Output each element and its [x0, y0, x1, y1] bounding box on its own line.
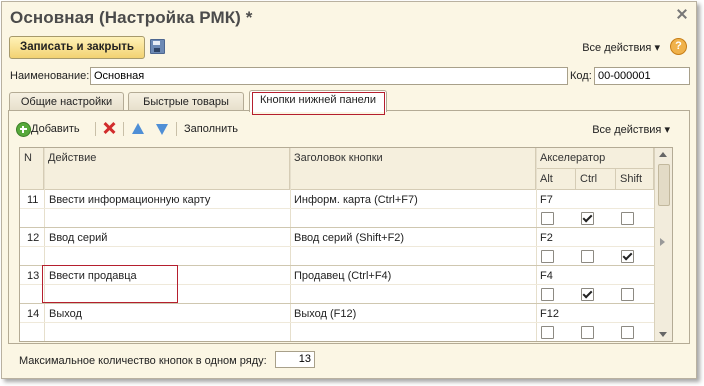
- row-number: 13: [27, 270, 40, 282]
- ctrl-checkbox[interactable]: [581, 212, 594, 225]
- alt-checkbox[interactable]: [541, 250, 554, 263]
- toolbar-divider: [95, 122, 96, 136]
- table-scrollbar[interactable]: [654, 148, 672, 341]
- shift-checkbox[interactable]: [621, 212, 634, 225]
- column-header-button-title[interactable]: Заголовок кнопки: [290, 148, 536, 190]
- max-buttons-field[interactable]: [275, 351, 315, 368]
- row-action: Ввод серий: [49, 232, 108, 244]
- row-action: Выход: [49, 308, 82, 320]
- column-header-action[interactable]: Действие: [44, 148, 290, 190]
- add-icon[interactable]: [16, 122, 31, 137]
- table-row-modifiers: [20, 209, 654, 228]
- scroll-down-icon[interactable]: [659, 332, 667, 337]
- row-number: 11: [27, 194, 39, 206]
- scroll-up-icon[interactable]: [659, 152, 667, 157]
- row-action: Ввести информационную карту: [49, 194, 211, 206]
- row-number: 12: [27, 232, 40, 244]
- ctrl-checkbox[interactable]: [581, 288, 594, 301]
- all-actions-menu[interactable]: Все действия ▾: [582, 41, 660, 54]
- table-row[interactable]: 12 Ввод серий Ввод серий (Shift+F2) F2: [20, 228, 654, 247]
- table-row[interactable]: 14 Выход Выход (F12) F12: [20, 304, 654, 323]
- table-row-modifiers: [20, 247, 654, 266]
- chevron-down-icon: ▾: [654, 42, 660, 54]
- table-row[interactable]: 13 Ввести продавца Продавец (Ctrl+F4) F4: [20, 266, 654, 285]
- save-and-close-button[interactable]: Записать и закрыть: [9, 36, 145, 59]
- window-title: Основная (Настройка РМК) *: [10, 8, 253, 27]
- ctrl-checkbox[interactable]: [581, 326, 594, 339]
- fill-button[interactable]: Заполнить: [184, 123, 238, 135]
- chevron-down-icon: ▾: [664, 124, 670, 136]
- column-header-accelerator[interactable]: Акселератор: [536, 148, 654, 169]
- move-up-icon[interactable]: [132, 123, 144, 134]
- table-row[interactable]: 11 Ввести информационную карту Информ. к…: [20, 190, 654, 209]
- table-all-actions-menu[interactable]: Все действия ▾: [592, 123, 670, 136]
- column-header-shift[interactable]: Shift: [616, 169, 654, 190]
- buttons-table: N Действие Заголовок кнопки Акселератор …: [19, 147, 673, 342]
- form-window: Основная (Настройка РМК) * Записать и за…: [1, 1, 697, 379]
- ctrl-checkbox[interactable]: [581, 250, 594, 263]
- save-icon[interactable]: [150, 39, 165, 54]
- shift-checkbox[interactable]: [621, 326, 634, 339]
- table-row-modifiers: [20, 285, 654, 304]
- help-icon[interactable]: ?: [670, 38, 687, 55]
- shift-checkbox[interactable]: [621, 250, 634, 263]
- tab-general-settings[interactable]: Общие настройки: [9, 92, 124, 111]
- row-button-title: Информ. карта (Ctrl+F7): [294, 194, 418, 206]
- row-button-title: Ввод серий (Shift+F2): [294, 232, 405, 244]
- alt-checkbox[interactable]: [541, 288, 554, 301]
- table-row-modifiers: [20, 323, 654, 341]
- shift-checkbox[interactable]: [621, 288, 634, 301]
- table-all-actions-label: Все действия: [592, 124, 662, 136]
- scroll-thumb[interactable]: [658, 164, 670, 206]
- column-header-alt[interactable]: Alt: [536, 169, 576, 190]
- delete-icon[interactable]: [103, 122, 115, 134]
- column-header-ctrl[interactable]: Ctrl: [576, 169, 616, 190]
- column-header-n[interactable]: N: [20, 148, 44, 190]
- row-button-title: Продавец (Ctrl+F4): [294, 270, 392, 282]
- max-buttons-label: Максимальное количество кнопок в одном р…: [19, 355, 267, 367]
- code-field[interactable]: [594, 67, 690, 85]
- scroll-marker-icon: [660, 238, 665, 246]
- row-key: F12: [540, 308, 559, 320]
- name-field[interactable]: [90, 67, 568, 85]
- row-key: F2: [540, 232, 553, 244]
- alt-checkbox[interactable]: [541, 212, 554, 225]
- row-key: F7: [540, 194, 553, 206]
- add-button[interactable]: Добавить: [31, 123, 80, 135]
- all-actions-label: Все действия: [582, 42, 652, 54]
- tab-bottom-panel-buttons[interactable]: Кнопки нижней панели: [249, 90, 387, 112]
- row-action: Ввести продавца: [49, 270, 137, 282]
- tab-quick-goods[interactable]: Быстрые товары: [128, 92, 244, 111]
- move-down-icon[interactable]: [156, 124, 168, 135]
- row-key: F4: [540, 270, 553, 282]
- close-icon[interactable]: [676, 8, 688, 20]
- code-label: Код:: [570, 70, 592, 82]
- row-button-title: Выход (F12): [294, 308, 357, 320]
- name-label: Наименование:: [10, 70, 90, 82]
- toolbar-divider: [176, 122, 177, 136]
- row-number: 14: [27, 308, 40, 320]
- alt-checkbox[interactable]: [541, 326, 554, 339]
- toolbar-divider: [123, 122, 124, 136]
